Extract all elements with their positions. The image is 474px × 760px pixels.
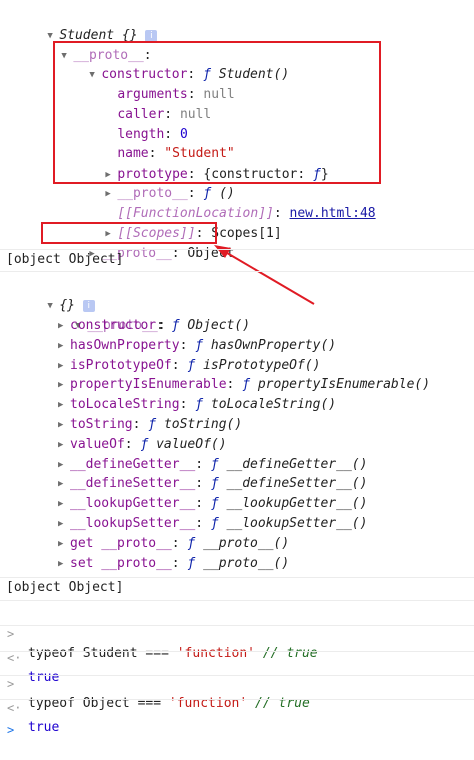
function-glyph: ƒ — [187, 357, 196, 373]
separator — [0, 625, 474, 626]
collapsed-triangle-icon[interactable]: ▶ — [58, 514, 70, 534]
method-key: hasOwnProperty — [70, 337, 180, 353]
method-value: hasOwnProperty() — [210, 337, 337, 353]
collapsed-triangle-icon[interactable]: ▶ — [58, 395, 70, 415]
prototype-method-row[interactable]: ▶ isPrototypeOf: ƒ isPrototypeOf() — [58, 356, 320, 376]
prototype-method-row[interactable]: ▶ propertyIsEnumerable: ƒ propertyIsEnume… — [58, 375, 430, 395]
method-key: isPrototypeOf — [70, 357, 172, 373]
function-glyph: ƒ — [210, 456, 219, 472]
method-key: propertyIsEnumerable — [70, 377, 227, 393]
collapsed-triangle-icon[interactable]: ▶ — [58, 474, 70, 494]
log-line-1: [object Object] — [6, 252, 124, 267]
function-glyph: ƒ — [210, 476, 219, 492]
prototype-method-row[interactable]: ▶ __defineGetter__: ƒ __defineGetter__() — [58, 455, 367, 475]
prototype-method-row[interactable]: ▶ constructor: ƒ Object() — [58, 316, 250, 336]
separator — [0, 600, 474, 601]
method-value: toString() — [163, 417, 243, 432]
method-value: valueOf() — [156, 436, 227, 452]
method-value: __defineSetter__() — [226, 476, 368, 492]
method-value: toLocaleString() — [210, 397, 337, 413]
prototype-method-row[interactable]: ▶ set __proto__: ƒ __proto__() — [58, 554, 289, 574]
collapsed-triangle-icon[interactable]: ▶ — [58, 554, 70, 574]
prototype-method-row[interactable]: ▶ valueOf: ƒ valueOf() — [58, 435, 227, 455]
collapsed-triangle-icon[interactable]: ▶ — [58, 435, 70, 455]
function-glyph: ƒ — [242, 377, 251, 393]
method-value: propertyIsEnumerable() — [257, 377, 431, 393]
prototype-method-row[interactable]: ▶ __lookupGetter__: ƒ __lookupGetter__() — [58, 494, 367, 514]
method-value: __defineGetter__() — [226, 456, 368, 472]
log-line-2: [object Object] — [6, 580, 124, 595]
separator — [0, 675, 474, 676]
console-panel: ▼ Student {} i ▼ __proto__: ▼ constructor: … — [0, 0, 474, 737]
method-key: constructor — [70, 318, 157, 333]
collapsed-triangle-icon[interactable]: ▶ — [58, 375, 70, 395]
prototype-method-row[interactable]: ▶ toLocaleString: ƒ toLocaleString() — [58, 395, 336, 415]
object-row[interactable]: ▼{} i — [16, 276, 95, 313]
prototype-method-row[interactable]: ▶ __lookupSetter__: ƒ __lookupSetter__() — [58, 514, 367, 534]
proto-row-2[interactable]: ▼ __proto__: — [44, 296, 165, 333]
method-key: set __proto__ — [70, 555, 172, 571]
method-key: __defineGetter__ — [70, 456, 196, 472]
method-key: get __proto__ — [70, 535, 172, 551]
function-glyph: ƒ — [148, 417, 157, 432]
method-key: __defineSetter__ — [70, 476, 196, 492]
function-glyph: ƒ — [195, 337, 204, 353]
method-key: __lookupSetter__ — [70, 516, 196, 531]
prototype-method-row[interactable]: ▶ __defineSetter__: ƒ __defineSetter__() — [58, 474, 367, 494]
method-value: __proto__() — [203, 535, 290, 551]
collapsed-triangle-icon[interactable]: ▶ — [58, 336, 70, 356]
method-value: isPrototypeOf() — [203, 357, 321, 373]
function-glyph: ƒ — [210, 496, 219, 512]
prototype-method-row[interactable]: ▶ toString: ƒ toString() — [58, 415, 242, 435]
collapsed-triangle-icon[interactable]: ▶ — [58, 356, 70, 376]
collapsed-triangle-icon[interactable]: ▶ — [58, 494, 70, 514]
collapsed-triangle-icon[interactable]: ▶ — [58, 455, 70, 475]
collapsed-triangle-icon[interactable]: ▶ — [58, 415, 70, 435]
function-glyph: ƒ — [140, 436, 149, 452]
function-glyph: ƒ — [187, 555, 196, 571]
method-key: toString — [70, 417, 133, 432]
function-glyph: ƒ — [187, 535, 196, 551]
function-glyph: ƒ — [171, 318, 180, 333]
console-prompt-input[interactable]: > — [0, 700, 474, 760]
method-key: toLocaleString — [70, 397, 180, 413]
separator — [0, 271, 474, 272]
prototype-method-row[interactable]: ▶ get __proto__: ƒ __proto__() — [58, 534, 289, 554]
method-value: __lookupGetter__() — [226, 496, 368, 512]
collapsed-triangle-icon[interactable]: ▶ — [58, 534, 70, 554]
prototype-method-row[interactable]: ▶ hasOwnProperty: ƒ hasOwnProperty() — [58, 336, 336, 356]
prompt-chevron-icon: > — [7, 723, 15, 737]
function-glyph: ƒ — [195, 397, 204, 413]
method-key: valueOf — [70, 436, 125, 452]
method-key: __lookupGetter__ — [70, 496, 196, 512]
method-value: Object() — [187, 318, 251, 333]
function-glyph: ƒ — [210, 516, 219, 531]
method-value: __lookupSetter__() — [226, 516, 368, 531]
separator — [0, 651, 474, 652]
collapsed-triangle-icon[interactable]: ▶ — [58, 316, 70, 336]
method-value: __proto__() — [203, 555, 290, 571]
